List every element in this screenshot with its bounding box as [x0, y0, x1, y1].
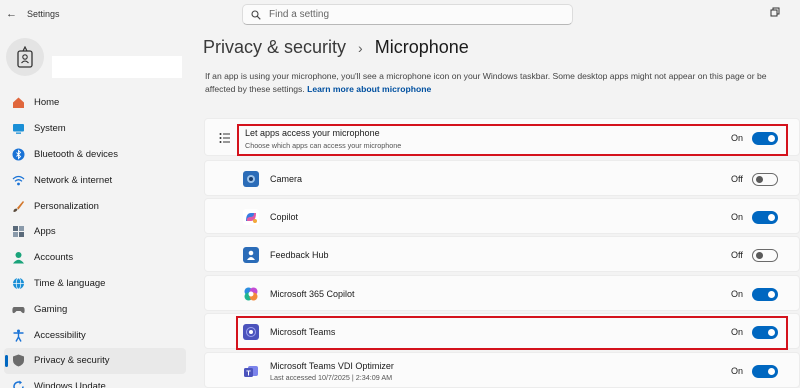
app-row-microsoft-teams-vdi-optimizer: T Microsoft Teams VDI Optimizer Last acces… [204, 352, 800, 388]
sidebar-item-system[interactable]: System [4, 116, 186, 142]
camera-app-icon [243, 171, 259, 187]
apps-icon [11, 225, 25, 239]
page-title: Microphone [374, 37, 469, 57]
list-settings-icon [219, 131, 231, 149]
m365-copilot-app-icon [243, 286, 259, 302]
sidebar-item-windows-update[interactable]: Windows Update [4, 374, 186, 388]
sidebar-item-home[interactable]: Home [4, 90, 186, 116]
restore-window-icon[interactable] [770, 4, 780, 17]
teams-app-icon [243, 324, 259, 340]
description-text: If an app is using your microphone, you'… [205, 71, 767, 94]
app-toggle-switch[interactable] [752, 326, 778, 339]
avatar [6, 38, 44, 76]
sidebar-item-label: System [34, 123, 66, 135]
master-toggle-label: Let apps access your microphone [245, 128, 380, 138]
title-bar: ← Settings [0, 0, 800, 30]
feedback-hub-app-icon [243, 247, 259, 263]
sidebar: Home System Bluetooth & devices Network & i… [0, 30, 190, 388]
sidebar-item-label: Personalization [34, 200, 99, 212]
shield-icon [11, 354, 25, 368]
sidebar-item-label: Network & internet [34, 174, 113, 186]
profile[interactable] [6, 38, 186, 88]
main-content: Privacy & security › Microphone If an ap… [190, 30, 800, 388]
app-toggle-switch[interactable] [752, 288, 778, 301]
sidebar-item-gaming[interactable]: Gaming [4, 296, 186, 322]
page-description: If an app is using your microphone, you'… [205, 70, 795, 96]
sidebar-item-label: Privacy & security [34, 355, 110, 367]
id-badge-icon [17, 46, 33, 68]
search-icon [251, 9, 261, 20]
sidebar-item-label: Apps [34, 226, 56, 238]
sidebar-item-personalization[interactable]: Personalization [4, 193, 186, 219]
search-input[interactable] [269, 9, 559, 20]
app-toggle-state: Off [731, 174, 743, 184]
sidebar-item-time-language[interactable]: Time & language [4, 271, 186, 297]
app-name: Feedback Hub [270, 250, 329, 260]
app-row-microsoft-teams: Microsoft Teams On [204, 313, 800, 349]
app-name: Microsoft Teams VDI Optimizer [270, 361, 394, 371]
sidebar-item-label: Gaming [34, 303, 68, 315]
sidebar-nav: Home System Bluetooth & devices Network & i… [4, 90, 186, 388]
sidebar-item-label: Accessibility [34, 329, 86, 341]
svg-text:T: T [246, 370, 251, 377]
app-toggle-switch[interactable] [752, 173, 778, 186]
brush-icon [11, 199, 25, 213]
sidebar-item-label: Home [34, 97, 60, 109]
master-toggle-sublabel: Choose which apps can access your microp… [245, 141, 402, 150]
home-icon [11, 96, 25, 110]
app-toggle-state: On [731, 212, 744, 222]
app-toggle-state: On [731, 289, 744, 299]
master-toggle-switch[interactable] [752, 132, 778, 145]
app-row-microsoft-365-copilot: Microsoft 365 Copilot On [204, 275, 800, 311]
app-toggle-state: On [731, 366, 744, 376]
breadcrumb: Privacy & security › Microphone [203, 37, 469, 58]
system-icon [11, 122, 25, 136]
breadcrumb-separator-icon: › [358, 39, 363, 56]
app-toggle-switch[interactable] [752, 249, 778, 262]
sidebar-item-apps[interactable]: Apps [4, 219, 186, 245]
sidebar-item-privacy-security[interactable]: Privacy & security [4, 347, 186, 374]
sidebar-item-label: Time & language [34, 277, 106, 289]
search-box[interactable] [242, 4, 573, 25]
bluetooth-icon [11, 147, 25, 161]
update-icon [11, 380, 25, 388]
learn-more-link[interactable]: Learn more about microphone [307, 84, 431, 94]
sidebar-item-label: Windows Update [34, 381, 106, 388]
app-toggle-switch[interactable] [752, 211, 778, 224]
sidebar-item-bluetooth-devices[interactable]: Bluetooth & devices [4, 142, 186, 168]
globe-icon [11, 276, 25, 290]
accessibility-icon [11, 328, 25, 342]
app-name: Microsoft Teams [270, 327, 336, 337]
app-name: Copilot [270, 212, 299, 222]
back-arrow-icon[interactable]: ← [6, 8, 17, 20]
app-name: Camera [270, 174, 303, 184]
app-toggle-state: Off [731, 250, 743, 260]
app-row-feedback-hub: Feedback Hub Off [204, 236, 800, 272]
app-title: Settings [27, 9, 60, 19]
accounts-icon [11, 251, 25, 265]
copilot-app-icon [243, 209, 259, 225]
master-toggle-state: On [731, 133, 744, 143]
gaming-icon [11, 302, 25, 316]
app-toggle-state: On [731, 327, 744, 337]
app-toggle-switch[interactable] [752, 365, 778, 378]
wifi-icon [11, 173, 25, 187]
app-row-copilot: Copilot On [204, 198, 800, 234]
sidebar-item-label: Accounts [34, 252, 74, 264]
app-row-camera: Camera Off [204, 160, 800, 196]
sidebar-item-accounts[interactable]: Accounts [4, 245, 186, 271]
sidebar-item-accessibility[interactable]: Accessibility [4, 322, 186, 348]
sidebar-item-network-internet[interactable]: Network & internet [4, 167, 186, 193]
teams-vdi-app-icon: T [243, 363, 259, 379]
redacted-user-name [52, 56, 182, 78]
app-last-accessed: Last accessed 10/7/2025 | 2:34:09 AM [270, 373, 393, 382]
sidebar-item-label: Bluetooth & devices [34, 148, 118, 160]
let-apps-access-microphone-row[interactable]: Let apps access your microphone Choose w… [204, 118, 800, 156]
app-name: Microsoft 365 Copilot [270, 289, 355, 299]
breadcrumb-parent[interactable]: Privacy & security [203, 37, 346, 58]
